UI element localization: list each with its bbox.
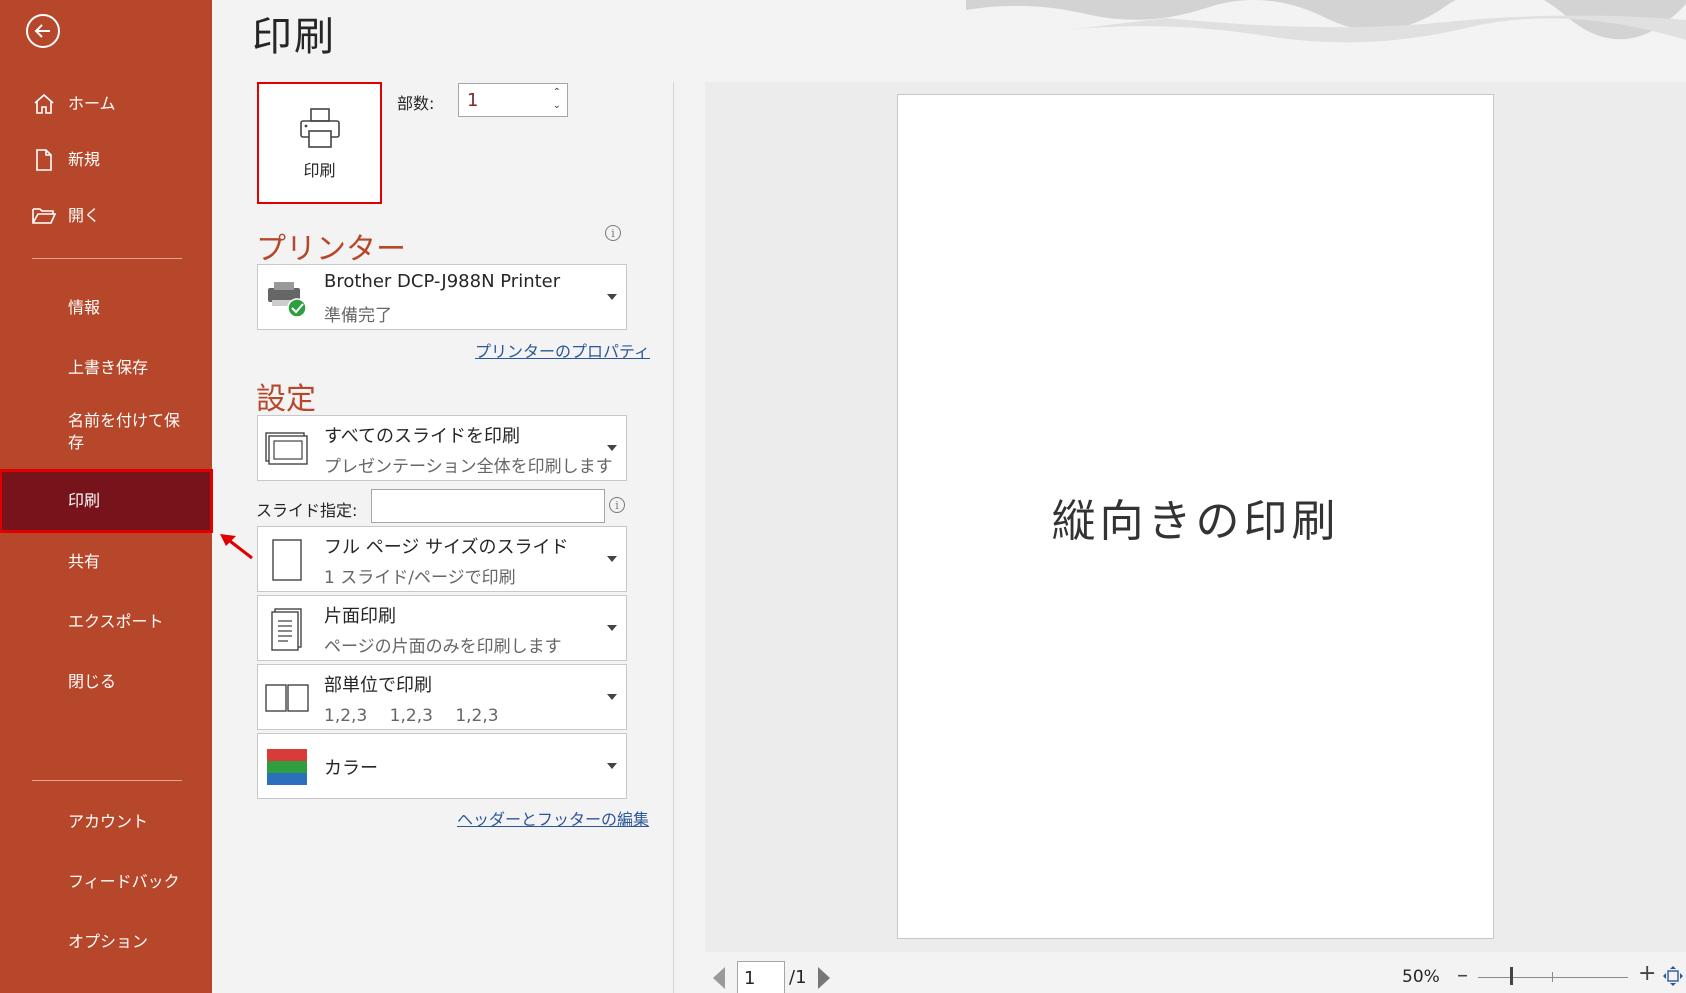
chevron-up-icon[interactable]: ⌃ <box>553 86 561 99</box>
sidebar-item-label: 開く <box>68 206 101 225</box>
layout-title: フル ページ サイズのスライド <box>324 537 569 558</box>
caret-down-icon <box>607 694 617 700</box>
sidebar-item-share[interactable]: 共有 <box>0 542 212 582</box>
sidebar-item-label: フィードバック <box>68 872 180 891</box>
sidebar-item-label: 閉じる <box>68 672 117 691</box>
collate-dropdown[interactable]: 部単位で印刷 1,2,3 1,2,3 1,2,3 <box>257 664 627 730</box>
sidebar-item-account[interactable]: アカウント <box>0 802 212 842</box>
sides-dropdown[interactable]: 片面印刷 ページの片面のみを印刷します <box>257 595 627 661</box>
full-page-slide-icon <box>264 537 310 583</box>
slides-range-dropdown[interactable]: すべてのスライドを印刷 プレゼンテーション全体を印刷します <box>257 415 627 481</box>
printer-properties-link[interactable]: プリンターのプロパティ <box>475 338 650 362</box>
open-folder-icon <box>30 202 58 230</box>
sidebar-divider <box>32 780 182 781</box>
zoom-percentage[interactable]: 50% <box>1402 967 1440 987</box>
slides-range-subtitle: プレゼンテーション全体を印刷します <box>324 457 613 477</box>
panel-separator <box>673 82 674 993</box>
caret-down-icon <box>607 763 617 769</box>
zoom-slider-track[interactable] <box>1478 977 1628 978</box>
sidebar-divider <box>32 258 182 259</box>
sides-title: 片面印刷 <box>324 606 396 627</box>
spinner-arrows[interactable]: ⌃ ⌄ <box>553 86 561 112</box>
printer-status: 準備完了 <box>324 306 392 326</box>
collate-title: 部単位で印刷 <box>324 675 432 696</box>
print-button[interactable]: 印刷 <box>257 82 382 204</box>
copies-stepper[interactable]: 1 ⌃ ⌄ <box>458 83 568 117</box>
layout-dropdown[interactable]: フル ページ サイズのスライド 1 スライド/ページで印刷 <box>257 526 627 592</box>
page-title: 印刷 <box>252 14 336 60</box>
backstage-sidebar: ホーム 新規 開く 情報 上書き保存 名前を付けて保存 印刷 共有 エクスポート… <box>0 0 213 993</box>
sidebar-item-label: 印刷 <box>68 491 101 510</box>
sidebar-item-home[interactable]: ホーム <box>0 84 212 124</box>
collated-pages-icon <box>264 675 310 721</box>
sidebar-item-label: 上書き保存 <box>68 358 149 377</box>
sides-subtitle: ページの片面のみを印刷します <box>324 637 562 657</box>
sidebar-item-print[interactable]: 印刷 <box>0 469 213 533</box>
sidebar-item-save[interactable]: 上書き保存 <box>0 348 212 388</box>
zoom-in-icon[interactable]: + <box>1638 961 1656 986</box>
new-document-icon <box>30 146 58 174</box>
sidebar-item-export[interactable]: エクスポート <box>0 602 212 642</box>
color-swatch-icon <box>264 744 310 790</box>
color-title: カラー <box>324 758 378 779</box>
sidebar-item-new[interactable]: 新規 <box>0 140 212 180</box>
settings-heading: 設定 <box>256 382 316 417</box>
sidebar-item-label: オプション <box>68 932 149 951</box>
sidebar-item-feedback[interactable]: フィードバック <box>0 862 212 902</box>
home-icon <box>30 90 58 118</box>
info-icon[interactable]: i <box>609 497 625 513</box>
layout-subtitle: 1 スライド/ページで印刷 <box>324 568 516 588</box>
single-sided-icon <box>264 606 310 652</box>
total-pages: /1 <box>789 967 807 988</box>
sidebar-item-options[interactable]: オプション <box>0 922 212 962</box>
caret-down-icon <box>607 556 617 562</box>
back-button[interactable] <box>26 14 60 48</box>
sidebar-item-label: ホーム <box>68 94 116 113</box>
sidebar-item-close[interactable]: 閉じる <box>0 662 212 702</box>
back-arrow-icon <box>34 24 50 38</box>
print-button-label: 印刷 <box>303 161 336 180</box>
preview-slide-text: 縦向きの印刷 <box>1051 495 1340 547</box>
preview-navigation: 1 /1 50% – + <box>705 955 1686 993</box>
page-number-input[interactable]: 1 <box>737 961 785 993</box>
zoom-slider-thumb[interactable] <box>1510 967 1513 985</box>
sidebar-item-open[interactable]: 開く <box>0 196 212 236</box>
sidebar-item-label: 名前を付けて保存 <box>68 411 181 452</box>
sidebar-item-label: 情報 <box>68 298 101 317</box>
slides-range-title: すべてのスライドを印刷 <box>324 426 521 447</box>
slides-input[interactable] <box>371 489 605 523</box>
chevron-down-icon[interactable]: ⌄ <box>553 99 561 112</box>
printer-name: Brother DCP-J988N Printer <box>324 271 561 292</box>
printer-ready-icon <box>264 275 310 321</box>
printer-heading: プリンター <box>256 232 406 267</box>
slides-stack-icon <box>264 426 310 472</box>
copies-label: 部数: <box>397 94 435 113</box>
next-page-icon[interactable] <box>818 967 830 989</box>
header-decoration <box>966 0 1686 43</box>
sidebar-item-label: 共有 <box>68 552 101 571</box>
zoom-slider-midmark <box>1552 972 1553 982</box>
sidebar-item-save-as[interactable]: 名前を付けて保存 <box>0 406 212 458</box>
caret-down-icon <box>607 445 617 451</box>
caret-down-icon <box>607 294 617 300</box>
sidebar-item-label: 新規 <box>68 150 101 169</box>
sidebar-item-label: アカウント <box>68 812 149 831</box>
header-footer-link[interactable]: ヘッダーとフッターの編集 <box>457 806 649 830</box>
slides-label: スライド指定: <box>256 501 358 520</box>
sidebar-item-info[interactable]: 情報 <box>0 288 212 328</box>
collate-subtitle: 1,2,3 1,2,3 1,2,3 <box>324 706 499 726</box>
zoom-to-page-icon[interactable] <box>1662 965 1684 987</box>
copies-value: 1 <box>467 89 479 111</box>
current-page: 1 <box>744 967 756 989</box>
color-dropdown[interactable]: カラー <box>257 733 627 799</box>
preview-page: 縦向きの印刷 <box>897 94 1494 939</box>
caret-down-icon <box>607 625 617 631</box>
printer-icon <box>299 108 340 148</box>
zoom-out-icon[interactable]: – <box>1457 963 1468 988</box>
info-icon[interactable]: i <box>605 225 621 241</box>
annotation-arrow-icon <box>220 534 253 560</box>
previous-page-icon[interactable] <box>713 967 725 989</box>
printer-dropdown[interactable]: Brother DCP-J988N Printer 準備完了 <box>257 264 627 330</box>
sidebar-item-label: エクスポート <box>68 612 164 631</box>
